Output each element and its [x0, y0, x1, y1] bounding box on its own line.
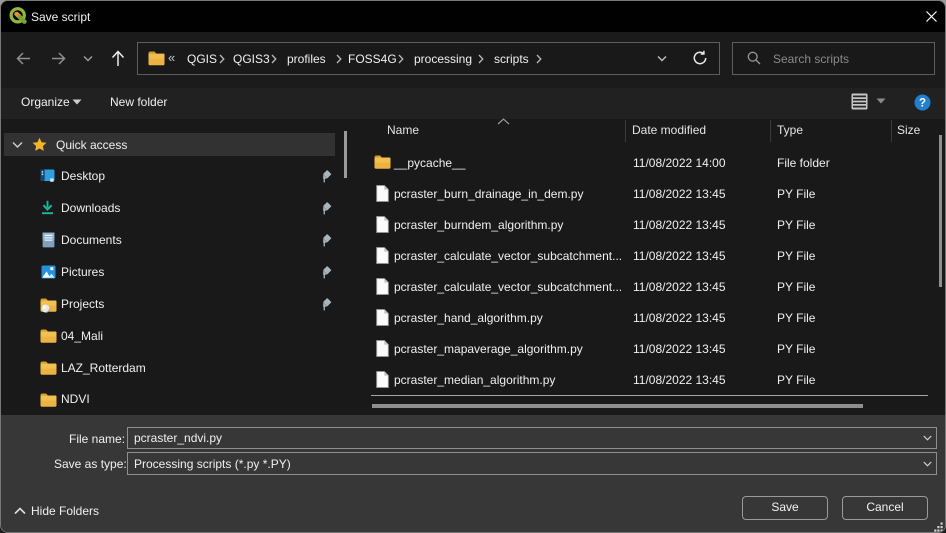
svg-text:?: ?: [919, 98, 926, 110]
